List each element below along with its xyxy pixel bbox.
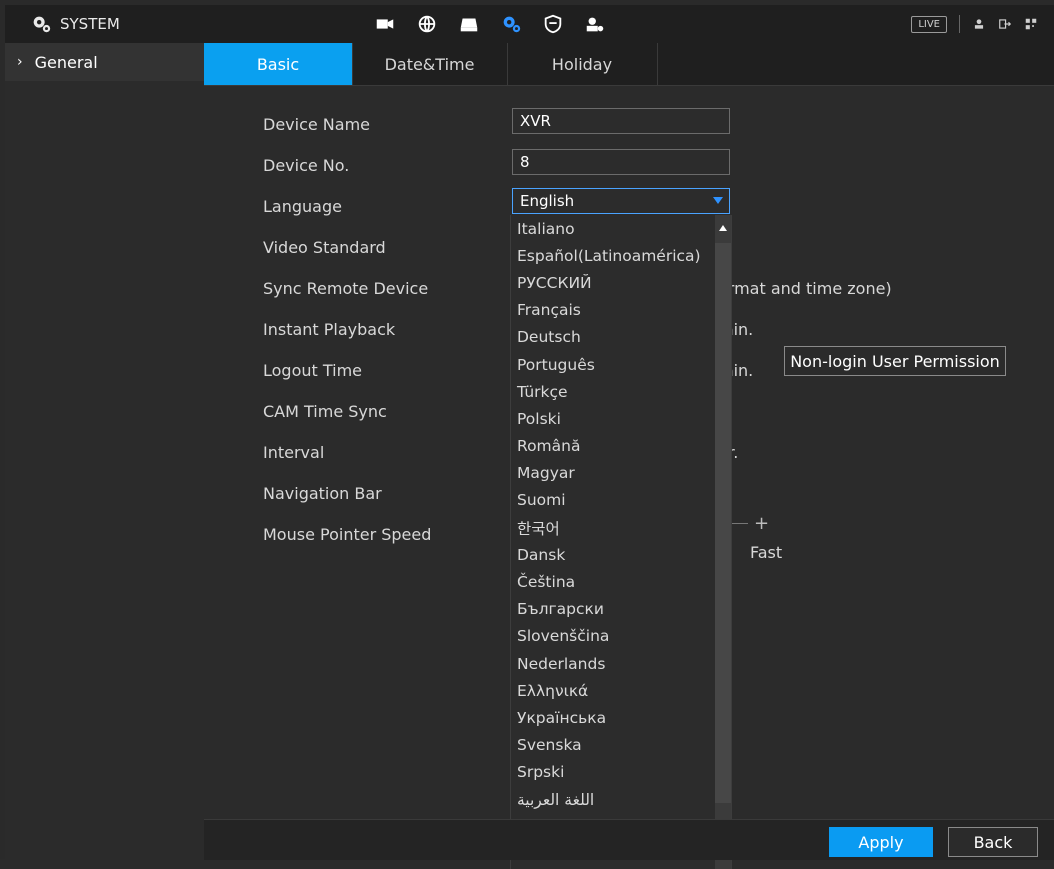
divider	[959, 15, 960, 33]
language-option[interactable]: Nederlands	[511, 650, 731, 677]
system-icon[interactable]	[491, 5, 531, 43]
storage-icon[interactable]	[449, 5, 489, 43]
language-option[interactable]: Українська	[511, 704, 731, 731]
logout-time-label: Logout Time	[263, 361, 363, 380]
tab-basic[interactable]: Basic	[204, 43, 353, 85]
language-option[interactable]: Magyar	[511, 460, 731, 487]
sidebar-empty-area	[5, 81, 204, 859]
top-right-controls: LIVE	[911, 5, 1038, 43]
language-option[interactable]: Română	[511, 433, 731, 460]
chevron-right-icon: ›	[17, 54, 23, 70]
language-option[interactable]: Български	[511, 596, 731, 623]
device-name-label: Device Name	[263, 115, 371, 134]
instant-playback-label: Instant Playback	[263, 320, 396, 339]
sync-remote-device-peek-text: ormat and time zone)	[718, 279, 892, 298]
security-icon[interactable]	[533, 5, 573, 43]
language-option[interactable]: Suomi	[511, 487, 731, 514]
main-panel: Basic Date&Time Holiday Device Name XVR …	[204, 43, 1054, 869]
tab-date-time[interactable]: Date&Time	[352, 43, 508, 85]
language-option[interactable]: Português	[511, 351, 731, 378]
language-option[interactable]: Čeština	[511, 568, 731, 595]
sidebar-item-general[interactable]: › General	[5, 43, 204, 81]
language-option[interactable]: Deutsch	[511, 324, 731, 351]
language-option[interactable]: РУССКИЙ	[511, 269, 731, 296]
language-options: Italiano Español(Latinoamérica) РУССКИЙ …	[511, 215, 731, 868]
scroll-thumb[interactable]	[715, 243, 731, 803]
navigation-bar-label: Navigation Bar	[263, 484, 382, 503]
apply-button[interactable]: Apply	[829, 827, 933, 857]
scroll-up-icon[interactable]	[719, 225, 727, 231]
language-option[interactable]: Español(Latinoamérica)	[511, 242, 731, 269]
tab-bar: Basic Date&Time Holiday	[204, 43, 1054, 86]
language-option[interactable]: 한국어	[511, 514, 731, 541]
sidebar-item-label: General	[34, 52, 98, 72]
dropdown-scrollbar[interactable]	[715, 215, 731, 869]
language-option[interactable]: Dansk	[511, 541, 731, 568]
camera-icon[interactable]	[365, 5, 405, 43]
language-option[interactable]: Svenska	[511, 732, 731, 759]
language-option[interactable]: Slovenščina	[511, 623, 731, 650]
back-button[interactable]: Back	[948, 827, 1038, 857]
device-no-label: Device No.	[263, 156, 350, 175]
cam-time-sync-label: CAM Time Sync	[263, 402, 387, 421]
account-icon[interactable]	[575, 5, 615, 43]
top-bar: SYSTEM LIVE	[5, 5, 1054, 44]
app-frame: SYSTEM LIVE › General Basic Date&Time Ho…	[0, 0, 1054, 869]
language-option[interactable]: Italiano	[511, 215, 731, 242]
mouse-speed-plus[interactable]: +	[754, 513, 769, 534]
app-title: SYSTEM	[60, 15, 120, 33]
mouse-pointer-speed-label: Mouse Pointer Speed	[263, 525, 432, 544]
language-option[interactable]: Türkçe	[511, 378, 731, 405]
interval-label: Interval	[263, 443, 325, 462]
top-nav-icons	[365, 5, 617, 43]
tab-holiday[interactable]: Holiday	[507, 43, 658, 85]
mouse-speed-fast-label: Fast	[750, 543, 783, 562]
system-gear-icon	[33, 16, 51, 33]
language-option[interactable]: اللغة العربية	[511, 786, 731, 813]
language-option[interactable]: Srpski	[511, 759, 731, 786]
sidebar: › General	[5, 43, 204, 859]
live-button[interactable]: LIVE	[911, 15, 947, 33]
network-icon[interactable]	[407, 5, 447, 43]
sync-remote-device-label: Sync Remote Device	[263, 279, 429, 298]
non-login-user-permission-button[interactable]: Non-login User Permission	[784, 346, 1006, 376]
device-no-input[interactable]: 8	[512, 149, 730, 175]
device-name-input[interactable]: XVR	[512, 108, 730, 134]
user-icon[interactable]	[972, 17, 986, 31]
language-select[interactable]: English	[512, 188, 730, 214]
language-option[interactable]: Français	[511, 297, 731, 324]
footer-bar: Apply Back	[204, 819, 1054, 860]
video-standard-label: Video Standard	[263, 238, 386, 257]
language-option[interactable]: Ελληνικά	[511, 677, 731, 704]
qr-icon[interactable]	[1024, 17, 1038, 31]
language-label: Language	[263, 197, 342, 216]
language-option[interactable]: Polski	[511, 405, 731, 432]
page-title: SYSTEM	[30, 5, 120, 43]
logout-icon[interactable]	[998, 17, 1012, 31]
chevron-down-icon	[713, 197, 723, 204]
language-dropdown[interactable]: Italiano Español(Latinoamérica) РУССКИЙ …	[510, 215, 732, 869]
